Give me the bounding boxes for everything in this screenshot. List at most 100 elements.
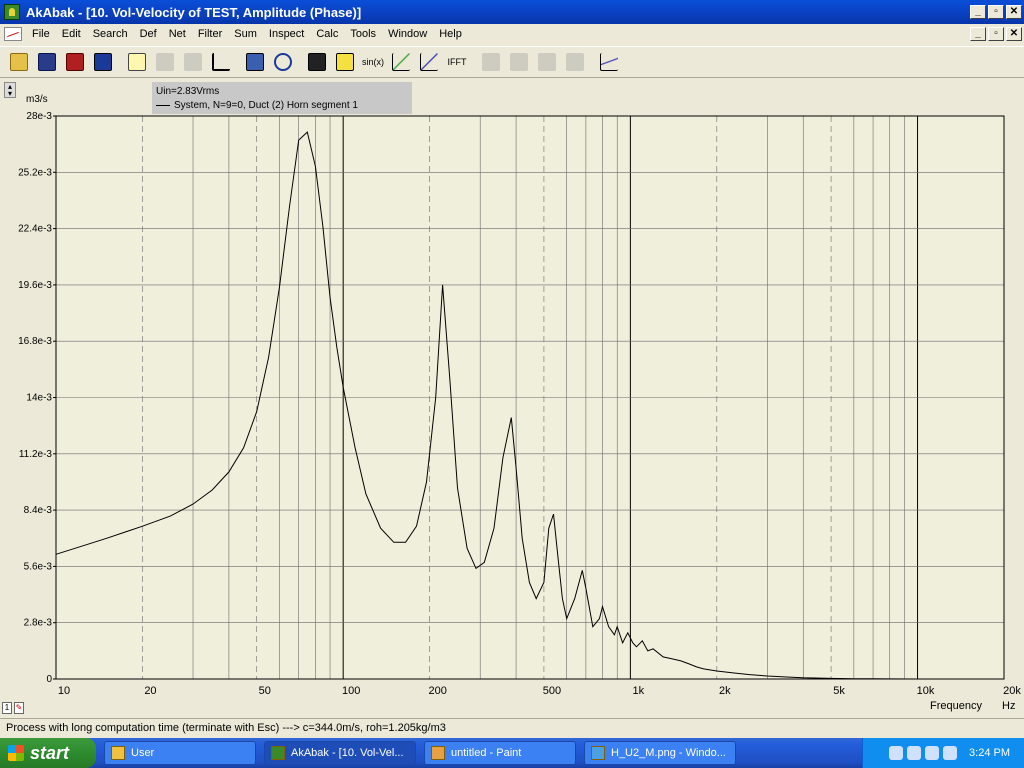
response-multi-button[interactable] bbox=[416, 49, 442, 75]
driver-button[interactable] bbox=[242, 49, 268, 75]
menu-help[interactable]: Help bbox=[433, 28, 468, 40]
menu-def[interactable]: Def bbox=[134, 28, 163, 40]
sine-label: sin(x) bbox=[362, 57, 384, 67]
disabled-tool-4[interactable] bbox=[506, 49, 532, 75]
task-paint[interactable]: untitled - Paint bbox=[424, 741, 576, 765]
child-restore-button[interactable]: ▫ bbox=[988, 27, 1004, 41]
legend: Uin=2.83Vrms System, N=9=0, Duct (2) Hor… bbox=[152, 82, 412, 114]
marker-icon bbox=[566, 53, 584, 71]
status-bar: Process with long computation time (term… bbox=[0, 718, 1024, 738]
menu-net[interactable]: Net bbox=[163, 28, 192, 40]
x-tick-label: 10k bbox=[917, 685, 935, 697]
grid-icon bbox=[184, 53, 202, 71]
cross-icon bbox=[482, 53, 500, 71]
speaker-icon bbox=[246, 53, 264, 71]
window-title: AkAbak - [10. Vol-Velocity of TEST, Ampl… bbox=[26, 4, 362, 20]
menu-calc[interactable]: Calc bbox=[310, 28, 344, 40]
pan-icon bbox=[538, 53, 556, 71]
y-tick-label: 14e-3 bbox=[26, 393, 52, 404]
axis-icon bbox=[212, 53, 230, 71]
save-button[interactable] bbox=[34, 49, 60, 75]
filter-icon bbox=[336, 53, 354, 71]
box-icon bbox=[308, 53, 326, 71]
close-button[interactable]: ✕ bbox=[1006, 5, 1022, 19]
y-tick-label: 22.4e-3 bbox=[18, 224, 52, 235]
menu-sum[interactable]: Sum bbox=[228, 28, 263, 40]
x-tick-label: 100 bbox=[342, 685, 360, 697]
overlay-button[interactable] bbox=[596, 49, 622, 75]
menu-search[interactable]: Search bbox=[87, 28, 134, 40]
plot-area[interactable]: 0 2.8e-3 5.6e-3 8.4e-3 11.2e-3 14e-3 16.8e-3 19… bbox=[0, 80, 1024, 717]
response-button[interactable] bbox=[388, 49, 414, 75]
scroll-arrows-icon[interactable]: ▴ ▾ bbox=[4, 82, 16, 98]
ifft-label: IFFT bbox=[447, 57, 467, 67]
task-user[interactable]: User bbox=[104, 741, 256, 765]
floppy-icon bbox=[38, 53, 56, 71]
child-close-button[interactable]: ✕ bbox=[1006, 27, 1022, 41]
task-label: H_U2_M.png - Windo... bbox=[611, 747, 726, 759]
task-label: User bbox=[131, 747, 155, 759]
akabak-icon bbox=[271, 746, 285, 760]
x-tick-label: 2k bbox=[719, 685, 731, 697]
child-minimize-button[interactable]: _ bbox=[970, 27, 986, 41]
menu-edit[interactable]: Edit bbox=[56, 28, 87, 40]
axis-button[interactable] bbox=[208, 49, 234, 75]
legend-condition: Uin=2.83Vrms bbox=[156, 86, 220, 97]
polar-icon bbox=[274, 53, 292, 71]
y-tick-label: 2.8e-3 bbox=[24, 618, 53, 629]
menu-tools[interactable]: Tools bbox=[344, 28, 382, 40]
filter-button[interactable] bbox=[332, 49, 358, 75]
minimize-button[interactable]: _ bbox=[970, 5, 986, 19]
menu-inspect[interactable]: Inspect bbox=[263, 28, 310, 40]
x-axis-unit: Hz bbox=[1002, 700, 1015, 712]
ifft-button[interactable]: IFFT bbox=[444, 49, 470, 75]
y-tick-label: 25.2e-3 bbox=[18, 167, 52, 178]
x-tick-label: 20k bbox=[1003, 685, 1021, 697]
akabak-app-icon bbox=[4, 4, 20, 20]
taskbar: start User AkAbak - [10. Vol-Vel... unti… bbox=[0, 738, 1024, 768]
menu-filter[interactable]: Filter bbox=[192, 28, 228, 40]
volume-icon[interactable] bbox=[907, 746, 922, 760]
probe-icon bbox=[94, 53, 112, 71]
menu-window[interactable]: Window bbox=[382, 28, 433, 40]
cursor-icon bbox=[156, 53, 174, 71]
start-button[interactable]: start bbox=[0, 738, 96, 768]
sine-button[interactable]: sin(x) bbox=[360, 49, 386, 75]
disabled-tool-2[interactable] bbox=[180, 49, 206, 75]
title-bar: AkAbak - [10. Vol-Velocity of TEST, Ampl… bbox=[0, 0, 1024, 24]
disabled-tool-5[interactable] bbox=[534, 49, 560, 75]
network-icon[interactable] bbox=[889, 746, 904, 760]
image-icon bbox=[591, 746, 605, 760]
x-tick-label: 1k bbox=[633, 685, 645, 697]
x-tick-label: 20 bbox=[144, 685, 156, 697]
polar-button[interactable] bbox=[270, 49, 296, 75]
pen-icon[interactable]: ✎ bbox=[14, 702, 24, 714]
overlay-chart-icon bbox=[600, 53, 618, 71]
security-icon[interactable] bbox=[925, 746, 940, 760]
open-folder-button[interactable] bbox=[6, 49, 32, 75]
window-controls: _ ▫ ✕ bbox=[970, 5, 1022, 19]
restore-button[interactable]: ▫ bbox=[988, 5, 1004, 19]
x-tick-label: 200 bbox=[428, 685, 446, 697]
y-tick-label: 0 bbox=[46, 674, 52, 685]
print-button[interactable] bbox=[62, 49, 88, 75]
disabled-tool-3[interactable] bbox=[478, 49, 504, 75]
task-label: AkAbak - [10. Vol-Vel... bbox=[291, 747, 404, 759]
task-akabak[interactable]: AkAbak - [10. Vol-Vel... bbox=[264, 741, 416, 765]
disabled-tool-6[interactable] bbox=[562, 49, 588, 75]
menu-bar: File Edit Search Def Net Filter Sum Insp… bbox=[0, 24, 1024, 44]
disabled-tool-1[interactable] bbox=[152, 49, 178, 75]
document-icon[interactable] bbox=[4, 27, 22, 41]
y-tick-label: 8.4e-3 bbox=[24, 505, 53, 516]
enclosure-button[interactable] bbox=[304, 49, 330, 75]
legend-entry: System, N=9=0, Duct (2) Horn segment 1 bbox=[156, 99, 408, 113]
task-image-viewer[interactable]: H_U2_M.png - Windo... bbox=[584, 741, 736, 765]
menu-file[interactable]: File bbox=[26, 28, 56, 40]
edit-button[interactable] bbox=[124, 49, 150, 75]
update-icon[interactable] bbox=[943, 746, 958, 760]
multi-curve-icon bbox=[420, 53, 438, 71]
x-tick-label: 50 bbox=[259, 685, 271, 697]
y-tick-label: 11.2e-3 bbox=[19, 449, 53, 460]
inspect-button[interactable] bbox=[90, 49, 116, 75]
page-icon[interactable]: 1 bbox=[2, 702, 12, 714]
